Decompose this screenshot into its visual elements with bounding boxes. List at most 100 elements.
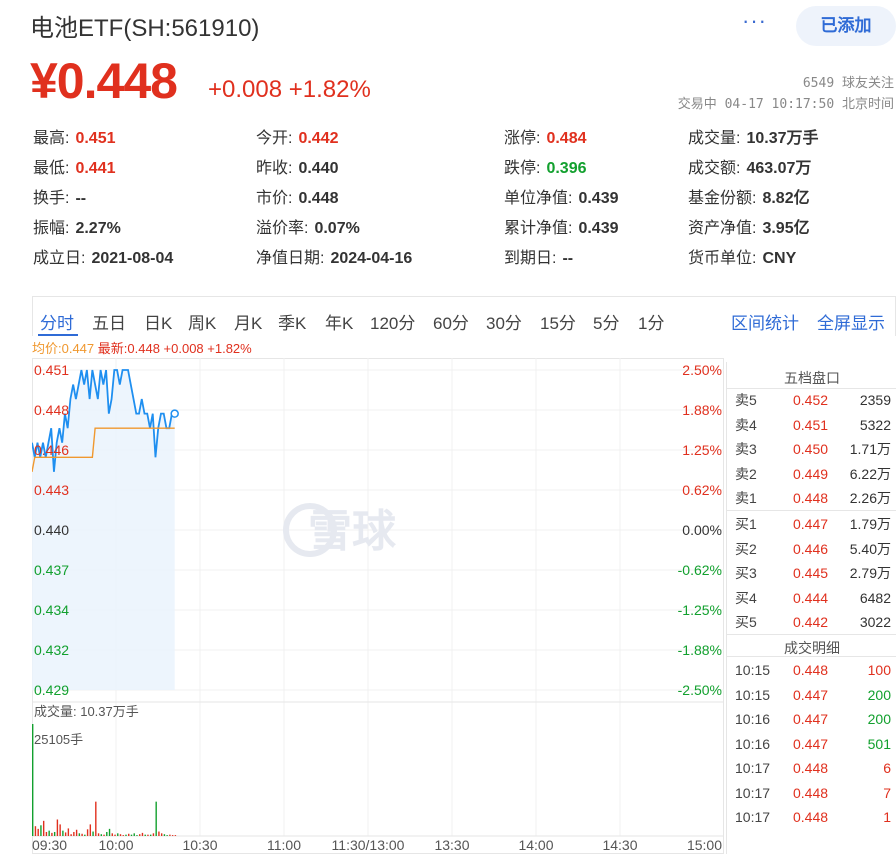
tab-9[interactable]: 30分: [486, 309, 522, 334]
trade-row-label: 10:16: [735, 735, 771, 752]
ask-row: 卖2 0.449 6.22万: [727, 462, 891, 486]
volume-bar: [119, 834, 122, 836]
y-tick-label-right: 0.62%: [682, 482, 722, 498]
trade-row-label: 10:15: [735, 686, 771, 703]
tab-0[interactable]: 分时: [40, 309, 74, 334]
bid-row-price: 0.442: [793, 614, 829, 630]
y-tick-label-right: 2.50%: [682, 362, 722, 378]
x-tick-label: 14:30: [602, 837, 637, 853]
tab-3[interactable]: 周K: [188, 309, 216, 334]
intraday-chart[interactable]: 雪球0.451 2.50%0.448 1.88%0.446 1.25%0.443 0.6…: [32, 358, 724, 854]
volume-bar: [160, 833, 163, 836]
x-tick-label: 11:00: [267, 837, 301, 853]
stat-value: 8.82亿: [762, 190, 810, 207]
stat-label: 基金份额:: [688, 190, 757, 207]
stat-value: --: [75, 190, 87, 207]
trade-row-label: 10:15: [735, 662, 771, 678]
volume-bar: [89, 824, 92, 836]
stat-value: 0.441: [75, 160, 116, 177]
stat-item: 资产净值: 3.95亿: [688, 214, 810, 238]
current-price: ¥0.448: [30, 53, 178, 109]
volume-bar: [128, 833, 130, 836]
stat-item: 成交额: 463.07万: [688, 154, 811, 178]
change-percent: +1.82%: [288, 76, 371, 103]
trade-row: 10:15 0.448 100: [727, 658, 891, 682]
volume-bar: [32, 724, 34, 836]
volume-bar: [108, 828, 111, 836]
trade-row-label: 10:17: [735, 809, 771, 825]
volume-bar: [59, 824, 61, 836]
volume-bar: [100, 834, 102, 836]
more-options-icon[interactable]: ···: [742, 8, 767, 34]
y-tick-label-left: 0.446: [34, 442, 69, 458]
bid-row-price: 0.445: [793, 565, 829, 581]
x-tick-label: 14:00: [518, 837, 553, 853]
volume-bar: [56, 819, 59, 836]
stat-label: 今开:: [256, 130, 293, 147]
volume-bar: [130, 834, 133, 836]
range-stats-button[interactable]: 区间统计: [731, 309, 799, 334]
volume-bar: [51, 832, 53, 836]
followers-count[interactable]: 6549 球友关注: [803, 72, 894, 91]
volume-bar: [117, 833, 119, 836]
stat-item: 累计净值: 0.439: [504, 214, 619, 238]
bid-row: 买4 0.444 6482: [727, 586, 891, 610]
stat-item: 到期日: --: [504, 244, 573, 268]
stat-value: 0.439: [578, 190, 619, 207]
volume-bar: [70, 834, 72, 836]
tab-6[interactable]: 年K: [325, 309, 353, 334]
tab-4[interactable]: 月K: [234, 309, 262, 334]
y-tick-label-left: 0.443: [34, 482, 69, 498]
y-tick-label-left: 0.440: [34, 522, 69, 538]
tab-8[interactable]: 60分: [433, 309, 469, 334]
volume-bar: [75, 829, 78, 836]
y-tick-label-right: -2.50%: [678, 682, 722, 698]
tab-11[interactable]: 5分: [593, 309, 619, 334]
ask-row-vol: 1.71万: [849, 441, 891, 457]
bid-row: 买5 0.442 3022: [727, 610, 891, 634]
tab-2[interactable]: 日K: [144, 309, 172, 334]
trade-row-vol: 501: [867, 735, 891, 752]
bid-row-label: 买1: [735, 516, 757, 532]
fullscreen-button[interactable]: 全屏显示: [817, 309, 885, 334]
volume-bar: [45, 831, 48, 836]
bid-row-price: 0.444: [793, 589, 829, 606]
stat-value: 463.07万: [746, 160, 812, 177]
tab-10[interactable]: 15分: [540, 309, 576, 334]
stat-label: 成交额:: [688, 160, 741, 177]
volume-bar: [122, 835, 124, 836]
tab-12[interactable]: 1分: [638, 309, 664, 334]
stat-label: 最低:: [33, 160, 70, 177]
tab-1[interactable]: 五日: [92, 309, 126, 334]
price-change: +0.008 +1.82%: [208, 76, 371, 104]
stat-label: 涨停:: [504, 130, 541, 147]
x-tick-label: 11:30/13:00: [332, 837, 405, 853]
tab-7[interactable]: 120分: [370, 309, 415, 334]
order-book-title: 五档盘口: [784, 370, 840, 386]
volume-bar: [34, 826, 37, 836]
stat-value: 0.440: [298, 160, 339, 177]
volume-bar: [125, 834, 127, 836]
volume-bar: [48, 830, 50, 836]
volume-bar: [81, 833, 83, 836]
ask-row-vol: 2.26万: [849, 490, 891, 506]
x-tick-label: 15:00: [687, 837, 722, 853]
bid-row: 买2 0.446 5.40万: [727, 537, 891, 561]
bid-row: 买1 0.447 1.79万: [727, 512, 891, 536]
volume-bar: [103, 834, 105, 836]
trade-row: 10:16 0.447 200: [727, 707, 891, 731]
added-watchlist-button[interactable]: 已添加: [796, 6, 896, 46]
stat-value: 0.442: [298, 130, 339, 147]
stat-label: 跌停:: [504, 160, 541, 177]
volume-bar: [158, 831, 160, 836]
trade-row-vol: 1: [883, 809, 891, 825]
ask-row-label: 卖3: [735, 441, 757, 457]
trade-row-vol: 200: [867, 686, 891, 703]
tab-5[interactable]: 季K: [278, 309, 306, 334]
volume-bar: [73, 831, 75, 836]
ask-row: 卖4 0.451 5322: [727, 413, 891, 437]
ask-row-label: 卖5: [735, 392, 757, 408]
stat-value: CNY: [762, 250, 797, 267]
stat-item: 基金份额: 8.82亿: [688, 184, 810, 208]
volume-bar: [147, 834, 149, 836]
